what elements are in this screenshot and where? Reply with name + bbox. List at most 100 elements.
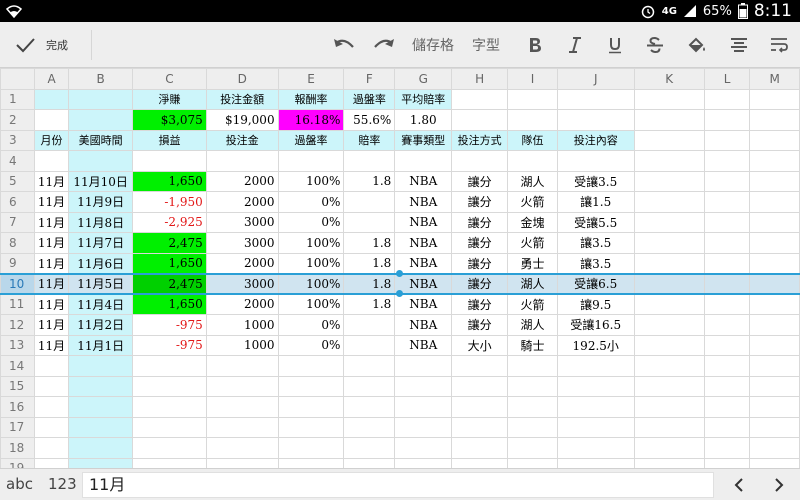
cell-B7[interactable]: 11月8日 [68,211,134,233]
table-row[interactable]: 6 11月 11月9日 -1,950 2000 0% NBA 讓分 火箭 讓1.5 [0,191,800,213]
cell-C4[interactable] [132,150,207,172]
cell-J6[interactable]: 讓1.5 [556,191,635,213]
cell-A5[interactable]: 11月 [33,170,70,192]
cell-F12[interactable] [343,314,396,336]
done-button[interactable]: 完成 [14,32,68,58]
cell-B19[interactable] [68,457,134,468]
cell-F11[interactable]: 1.8 [343,293,396,315]
cell-E5[interactable]: 100% [277,170,345,192]
cell-A14[interactable] [33,355,70,377]
cell-M3[interactable] [749,129,800,151]
cell-I13[interactable]: 騎士 [507,334,558,356]
row-header[interactable]: 8 [0,232,35,254]
cell-E10[interactable]: 100% [277,273,345,295]
cell-K17[interactable] [633,416,705,438]
cell-H5[interactable]: 讓分 [451,170,509,192]
cell-H3[interactable]: 投注方式 [451,129,509,151]
cell-J19[interactable] [556,457,635,468]
cell-B16[interactable] [68,396,134,418]
cell-C12[interactable]: -975 [132,314,207,336]
cell-K19[interactable] [633,457,705,468]
cell-M10[interactable] [749,273,800,295]
table-row[interactable]: 15 [0,375,800,397]
spreadsheet-grid[interactable]: ABCDEFGHIJKLM 1 淨賺 投注金額 報酬率 過盤率 平均賠率 2 $3,075 $1… [0,68,800,468]
row-header[interactable]: 17 [0,416,35,438]
strikethrough-button[interactable] [642,30,668,60]
column-header[interactable]: G [394,68,453,90]
font-button[interactable]: 字型 [468,30,504,60]
cell-F5[interactable]: 1.8 [343,170,396,192]
cell-I16[interactable] [507,396,558,418]
cell-L6[interactable] [703,191,751,213]
cell-C7[interactable]: -2,925 [132,211,207,233]
cell-D18[interactable] [205,437,279,459]
cell-J10[interactable]: 受讓6.5 [556,273,635,295]
cell-E6[interactable]: 0% [277,191,345,213]
formula-input[interactable]: 11月 [82,472,714,498]
row-header[interactable]: 9 [0,252,35,274]
cell-B3[interactable]: 美國時間 [68,129,134,151]
cell-G1[interactable]: 平均賠率 [394,88,453,110]
row-header[interactable]: 4 [0,150,35,172]
column-header[interactable]: H [451,68,509,90]
cell-C10[interactable]: 2,475 [132,273,207,295]
cell-K3[interactable] [633,129,705,151]
cell-F1[interactable]: 過盤率 [343,88,396,110]
cell-F16[interactable] [343,396,396,418]
row-header[interactable]: 6 [0,191,35,213]
cell-G8[interactable]: NBA [394,232,453,254]
cell-G7[interactable]: NBA [394,211,453,233]
cell-A2[interactable] [33,109,70,131]
cell-I6[interactable]: 火箭 [507,191,558,213]
cell-I4[interactable] [507,150,558,172]
cell-G3[interactable]: 賽事類型 [394,129,453,151]
cell-F4[interactable] [343,150,396,172]
cell-M7[interactable] [749,211,800,233]
table-row[interactable]: 14 [0,355,800,377]
cell-M17[interactable] [749,416,800,438]
cell-G14[interactable] [394,355,453,377]
cell-B18[interactable] [68,437,134,459]
selection-handle-bottom[interactable] [396,290,403,297]
cell-L7[interactable] [703,211,751,233]
cell-J17[interactable] [556,416,635,438]
cell-J3[interactable]: 投注內容 [556,129,635,151]
cell-L5[interactable] [703,170,751,192]
cell-E16[interactable] [277,396,345,418]
cell-J2[interactable] [556,109,635,131]
selection-handle-top[interactable] [396,270,403,277]
cell-L17[interactable] [703,416,751,438]
cell-H4[interactable] [451,150,509,172]
cell-K13[interactable] [633,334,705,356]
cell-G19[interactable] [394,457,453,468]
column-header[interactable]: E [277,68,345,90]
cell-L2[interactable] [703,109,751,131]
column-header[interactable]: I [507,68,558,90]
column-header[interactable]: K [633,68,705,90]
cell-K15[interactable] [633,375,705,397]
cell-J8[interactable]: 讓3.5 [556,232,635,254]
cell-E13[interactable]: 0% [277,334,345,356]
column-header[interactable]: C [132,68,207,90]
cell-K1[interactable] [633,88,705,110]
cell-A12[interactable]: 11月 [33,314,70,336]
align-button[interactable] [726,30,752,60]
row-header[interactable]: 10 [0,273,35,295]
cell-C19[interactable] [132,457,207,468]
cell-C11[interactable]: 1,650 [132,293,207,315]
cell-M2[interactable] [749,109,800,131]
cell-M5[interactable] [749,170,800,192]
cell-K8[interactable] [633,232,705,254]
cell-H9[interactable]: 讓分 [451,252,509,274]
cell-J5[interactable]: 受讓3.5 [556,170,635,192]
cell-E2[interactable]: 16.18% [277,109,345,131]
cell-E1[interactable]: 報酬率 [277,88,345,110]
cell-G16[interactable] [394,396,453,418]
cell-G4[interactable] [394,150,453,172]
cell-A3[interactable]: 月份 [33,129,70,151]
cell-G13[interactable]: NBA [394,334,453,356]
cell-C14[interactable] [132,355,207,377]
cell-M19[interactable] [749,457,800,468]
cell-D3[interactable]: 投注金 [205,129,279,151]
table-row[interactable]: 7 11月 11月8日 -2,925 3000 0% NBA 讓分 金塊 受讓5.5 [0,211,800,233]
